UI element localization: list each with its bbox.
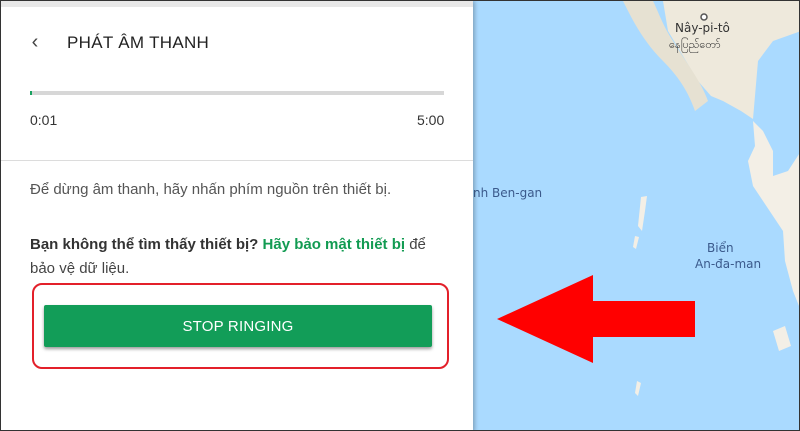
stop-sound-hint: Để dừng âm thanh, hãy nhấn phím nguồn tr… — [30, 181, 392, 198]
red-pointer-arrow-icon — [497, 275, 695, 363]
panel-top-edge — [1, 1, 473, 7]
sea-label-line1: Biển — [707, 241, 734, 255]
city-label-local: နေပြည်တော် — [669, 38, 721, 51]
divider — [1, 160, 473, 161]
total-time: 5:00 — [417, 112, 445, 128]
map-land — [613, 1, 799, 396]
stop-ringing-button[interactable]: STOP RINGING — [44, 305, 432, 347]
page-title: PHÁT ÂM THANH — [67, 33, 210, 52]
back-arrow-icon[interactable]: ‹ — [25, 28, 45, 56]
map-view[interactable]: Nây-pi-tô နေပြည်တော် nh Ben-gan Biển An-… — [473, 1, 799, 430]
screenshot-frame: Nây-pi-tô နေပြည်တော် nh Ben-gan Biển An-… — [0, 0, 800, 431]
cant-find-question: Bạn không thể tìm thấy thiết bị? — [30, 236, 259, 253]
city-marker-icon — [700, 13, 708, 21]
city-label: Nây-pi-tô — [675, 21, 730, 35]
secure-device-text: Bạn không thể tìm thấy thiết bị? Hãy bảo… — [30, 233, 450, 281]
sound-progress-bar — [30, 91, 444, 95]
bay-label: nh Ben-gan — [473, 186, 543, 200]
sea-label-line2: An-đa-man — [695, 257, 762, 271]
sound-panel: ‹ PHÁT ÂM THANH 0:01 5:00 Để dừng âm tha… — [1, 1, 473, 430]
elapsed-time: 0:01 — [30, 112, 58, 128]
secure-device-link[interactable]: Hãy bảo mật thiết bị — [263, 236, 406, 253]
sound-progress-fill — [30, 91, 33, 95]
